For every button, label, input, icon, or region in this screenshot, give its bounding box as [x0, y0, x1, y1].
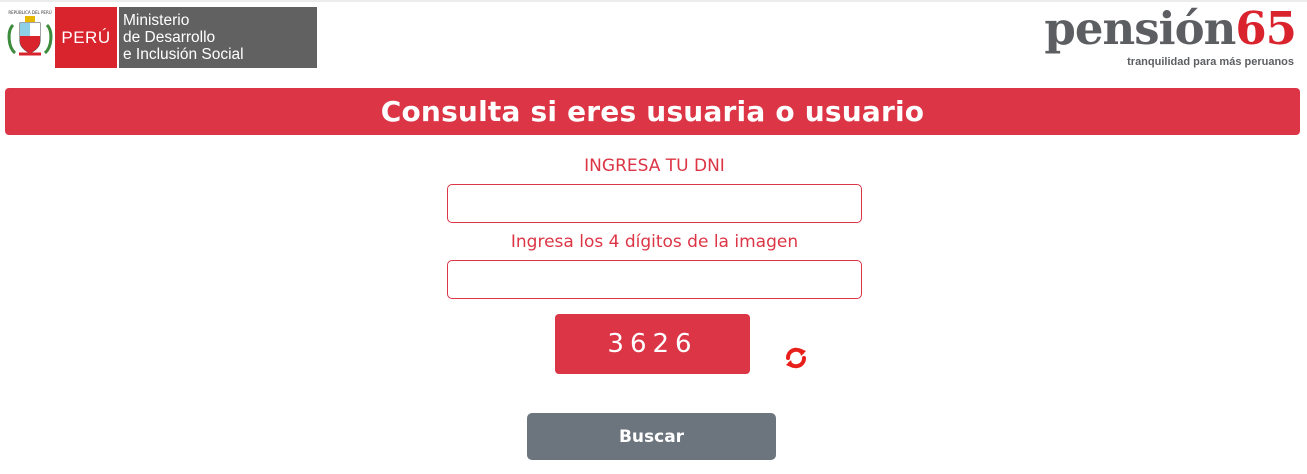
ministry-name: Ministerio de Desarrollo e Inclusión Soc… — [119, 7, 317, 68]
pension-number: 65 — [1235, 2, 1297, 55]
dni-label: INGRESA TU DNI — [584, 156, 725, 176]
pension65-tagline: tranquilidad para más peruanos — [1127, 56, 1294, 68]
dni-input[interactable] — [447, 184, 862, 223]
refresh-icon[interactable] — [782, 344, 810, 372]
coat-of-arms-icon: REPÚBLICA DEL PERÚ — [5, 7, 55, 68]
ministry-line-1: Ministerio — [123, 12, 190, 29]
peru-label: PERÚ — [55, 7, 117, 68]
government-logo: REPÚBLICA DEL PERÚ PERÚ Ministerio de De… — [5, 7, 317, 68]
search-button[interactable]: Buscar — [527, 413, 776, 460]
pension65-wordmark: pensión65 — [1044, 2, 1297, 55]
ministry-line-3: e Inclusión Social — [123, 46, 244, 63]
captcha-label: Ingresa los 4 dígitos de la imagen — [510, 232, 799, 252]
pension65-logo: pensión65 tranquilidad para más peruanos — [1044, 2, 1297, 74]
captcha-input[interactable] — [447, 260, 862, 299]
page-title: Consulta si eres usuaria o usuario — [5, 88, 1300, 135]
captcha-image: 3626 — [555, 314, 750, 374]
svg-text:REPÚBLICA DEL PERÚ: REPÚBLICA DEL PERÚ — [8, 10, 51, 15]
pension-word: pensión — [1044, 2, 1236, 55]
ministry-line-2: de Desarrollo — [123, 29, 216, 46]
